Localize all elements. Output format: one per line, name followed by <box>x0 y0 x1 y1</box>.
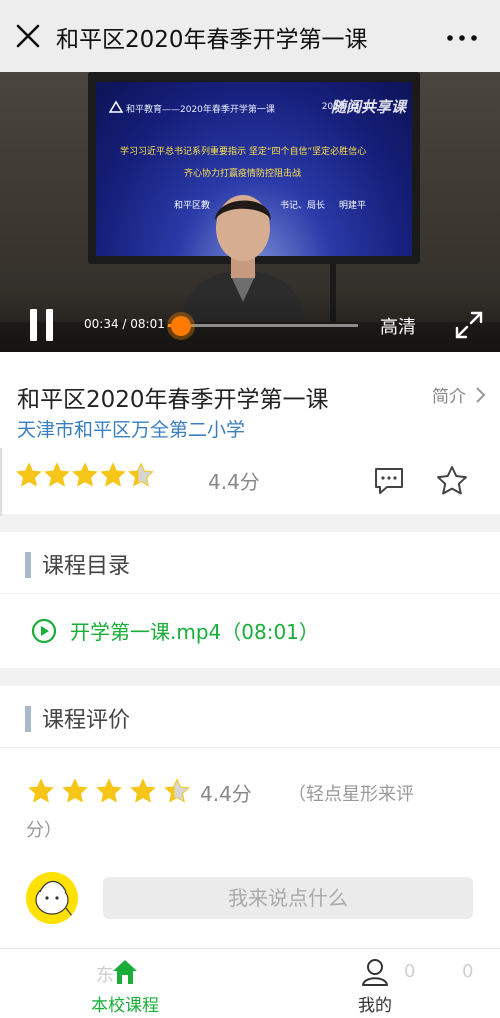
catalog-heading: 课程目录 <box>42 554 131 579</box>
rating-star-icon <box>44 462 70 487</box>
review-header: 课程评价 <box>0 686 500 748</box>
video-file-name[interactable]: 开学第一课.mp4（08:01） <box>70 616 319 645</box>
catalog-header: 课程目录 <box>0 532 500 594</box>
rating-hint-cont: 分） <box>26 820 62 841</box>
nav-mine[interactable]: 我的 <box>310 949 440 1018</box>
progress-bar[interactable] <box>168 324 358 327</box>
avatar <box>26 872 78 924</box>
title-bar: 和平区2020年春季开学第一课 <box>0 0 500 72</box>
watermark: 随阅共享课 <box>330 98 406 116</box>
avatar-character-icon <box>35 880 73 917</box>
review-score: 4.4分 <box>200 782 252 806</box>
rating-star-icon <box>28 778 54 803</box>
ghost-count: 0 <box>462 961 474 982</box>
review-heading: 课程评价 <box>42 708 131 733</box>
user-icon <box>362 959 388 986</box>
pause-button[interactable] <box>30 309 54 341</box>
screen-line-2: 齐心协力打赢疫情防控阻击战 <box>184 169 302 179</box>
rating-star-icon <box>62 778 88 803</box>
rating-star-icon <box>130 778 156 803</box>
rating-star-icon <box>164 778 190 803</box>
bottom-nav: 东 0 0 本校课程 我的 <box>0 948 500 1018</box>
nav-mine-label: 我的 <box>358 996 392 1016</box>
comment-input[interactable]: 我来说点什么 <box>103 877 473 919</box>
intro-link[interactable]: 简介 <box>432 382 466 407</box>
chevron-right-icon[interactable] <box>474 386 486 404</box>
close-icon[interactable] <box>14 22 42 50</box>
section-marker <box>25 552 31 578</box>
divider <box>0 448 2 516</box>
rating-hint: （轻点星形来评 <box>288 784 414 805</box>
screen-header: 和平教育——2020年春季开学第一课 <box>126 105 275 115</box>
video-player[interactable]: 和平教育——2020年春季开学第一课 2020-02-10 随阅共享课 学习习近… <box>0 72 500 352</box>
course-catalog: 课程目录 开学第一课.mp4（08:01） <box>0 532 500 668</box>
course-score: 4.4分 <box>208 470 260 494</box>
school-name[interactable]: 天津市和平区万全第二小学 <box>17 415 245 442</box>
star-favorite-icon[interactable] <box>435 464 469 496</box>
rating-star-icon <box>96 778 122 803</box>
nav-home-label: 本校课程 <box>91 996 159 1016</box>
rating-star-icon <box>16 462 42 487</box>
section-marker <box>25 706 31 732</box>
screen-line-3c: 明建平 <box>339 201 367 211</box>
course-review: 课程评价 4.4分 （轻点星形来评 分） 我来说点什么 <box>0 686 500 948</box>
playback-time: 00:34 / 08:01 <box>84 317 165 331</box>
window-title: 和平区2020年春季开学第一课 <box>56 27 368 53</box>
more-icon[interactable] <box>444 24 480 48</box>
quality-button[interactable]: 高清 <box>380 313 416 339</box>
course-info: 和平区2020年春季开学第一课 天津市和平区万全第二小学 简介 4.4分 <box>0 352 500 516</box>
home-icon <box>113 960 137 984</box>
play-circle-icon <box>31 618 57 644</box>
rating-star-icon <box>72 462 98 487</box>
course-title: 和平区2020年春季开学第一课 <box>17 387 329 413</box>
rating-star-icon <box>128 462 154 487</box>
list-item[interactable]: 开学第一课.mp4（08:01） <box>0 594 500 668</box>
player-controls <box>0 292 500 352</box>
rating-star-icon <box>100 462 126 487</box>
education-logo-icon <box>108 100 124 113</box>
nav-home-courses[interactable]: 本校课程 <box>60 949 190 1018</box>
fullscreen-icon[interactable] <box>454 310 484 340</box>
screen-line-1: 学习习近平总书记系列重要指示 坚定“四个自信”坚定必胜信心 <box>120 147 367 157</box>
comment-icon[interactable] <box>373 466 405 496</box>
